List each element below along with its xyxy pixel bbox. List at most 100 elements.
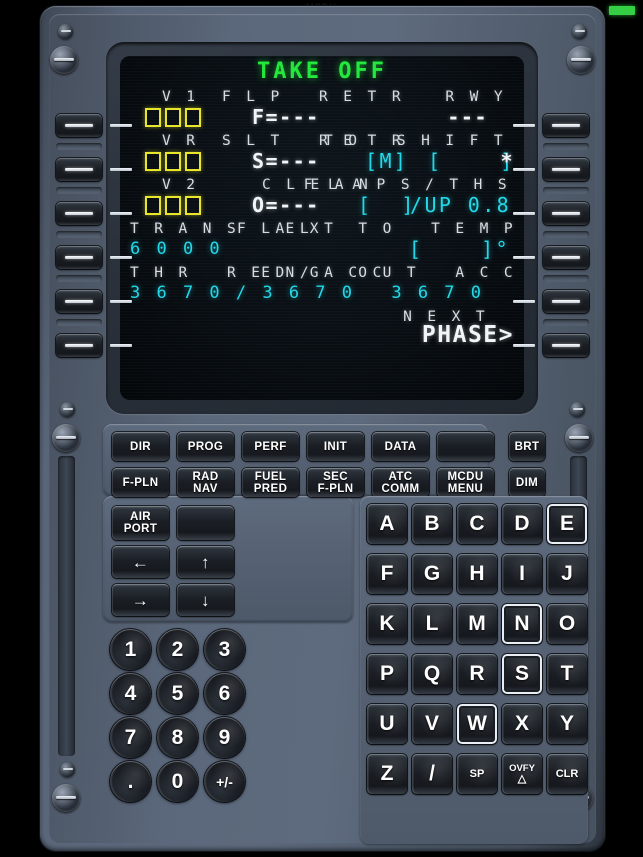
data-button[interactable]: DATA bbox=[372, 432, 429, 461]
value-to-shift-unit[interactable]: [M] bbox=[365, 149, 408, 173]
key-x[interactable]: X bbox=[502, 704, 542, 744]
key-z[interactable]: Z bbox=[367, 754, 407, 794]
key-label: A bbox=[379, 512, 395, 535]
brt-button[interactable]: BRT bbox=[509, 432, 545, 461]
arrow-up-button[interactable]: ↑ bbox=[177, 546, 234, 578]
lsk-l2[interactable] bbox=[56, 158, 102, 181]
key-t[interactable]: T bbox=[547, 654, 587, 694]
arrow-right-button[interactable]: → bbox=[112, 584, 169, 616]
value-flp-retr[interactable]: F=--- bbox=[252, 105, 320, 129]
airport-button[interactable]: AIR PORT bbox=[112, 506, 169, 540]
key-ovfy[interactable]: OVFY △ bbox=[502, 754, 542, 794]
page-title: TAKE OFF bbox=[257, 58, 387, 84]
sec-f-pln-label-1: SEC bbox=[323, 470, 348, 483]
key-sp[interactable]: SP bbox=[457, 754, 497, 794]
arrow-left-button[interactable]: ← bbox=[112, 546, 169, 578]
entry-v1[interactable] bbox=[145, 107, 201, 127]
key-m[interactable]: M bbox=[457, 604, 497, 644]
key-label: 4 bbox=[124, 681, 137, 705]
value-clean[interactable]: O=--- bbox=[252, 193, 320, 217]
key-s[interactable]: S bbox=[502, 654, 542, 694]
key-w[interactable]: W bbox=[457, 704, 497, 744]
key-8[interactable]: 8 bbox=[157, 717, 198, 758]
rad-nav-button[interactable]: RAD NAV bbox=[177, 468, 234, 497]
f-pln-button[interactable]: F-PLN bbox=[112, 468, 169, 497]
key-p[interactable]: P bbox=[367, 654, 407, 694]
lsk-r1[interactable] bbox=[543, 114, 589, 137]
key-3[interactable]: 3 bbox=[204, 629, 245, 670]
key-a[interactable]: A bbox=[367, 504, 407, 544]
key-r[interactable]: R bbox=[457, 654, 497, 694]
blank-button-1[interactable] bbox=[437, 432, 494, 461]
value-eng-out-acc[interactable]: 3 6 7 0 bbox=[391, 283, 484, 303]
value-flaps[interactable]: [ ] bbox=[358, 193, 416, 217]
entry-v2[interactable] bbox=[145, 195, 201, 215]
rad-nav-label-1: RAD bbox=[192, 470, 219, 483]
lsk-r3[interactable] bbox=[543, 202, 589, 225]
mcdu-menu-button[interactable]: MCDU MENU bbox=[437, 468, 494, 497]
fuel-pred-label-1: FUEL bbox=[254, 470, 287, 483]
value-thr-red-acc[interactable]: 3 6 7 0 / 3 6 7 0 bbox=[130, 283, 355, 303]
value-flaps-ths[interactable]: /UP 0.8 bbox=[410, 193, 511, 217]
key-plus-minus[interactable]: +/- bbox=[204, 761, 245, 802]
key-6[interactable]: 6 bbox=[204, 673, 245, 714]
value-trans-alt[interactable]: 6 0 0 0 bbox=[130, 239, 223, 259]
key-g[interactable]: G bbox=[412, 554, 452, 594]
key-v[interactable]: V bbox=[412, 704, 452, 744]
key-clr[interactable]: CLR bbox=[547, 754, 587, 794]
key-dot[interactable]: . bbox=[110, 761, 151, 802]
value-flex-temp[interactable]: [ ]° bbox=[409, 237, 510, 261]
key-4[interactable]: 4 bbox=[110, 673, 151, 714]
blank-button-2[interactable] bbox=[177, 506, 234, 540]
key-l[interactable]: L bbox=[412, 604, 452, 644]
key-e[interactable]: E bbox=[547, 504, 587, 544]
key-5[interactable]: 5 bbox=[157, 673, 198, 714]
value-slt-retr[interactable]: S=--- bbox=[252, 149, 320, 173]
key-d[interactable]: D bbox=[502, 504, 542, 544]
key-7[interactable]: 7 bbox=[110, 717, 151, 758]
entry-box bbox=[185, 151, 201, 171]
dir-button[interactable]: DIR bbox=[112, 432, 169, 461]
key-0[interactable]: 0 bbox=[157, 761, 198, 802]
key-j[interactable]: J bbox=[547, 554, 587, 594]
lsk-l3[interactable] bbox=[56, 202, 102, 225]
key-b[interactable]: B bbox=[412, 504, 452, 544]
entry-vr[interactable] bbox=[145, 151, 201, 171]
dim-button[interactable]: DIM bbox=[509, 468, 545, 497]
value-rwy[interactable]: --- bbox=[447, 105, 488, 129]
key-u[interactable]: U bbox=[367, 704, 407, 744]
key-c[interactable]: C bbox=[457, 504, 497, 544]
prog-button[interactable]: PROG bbox=[177, 432, 234, 461]
key-label: F bbox=[380, 562, 394, 585]
key-9[interactable]: 9 bbox=[204, 717, 245, 758]
mcdu-menu-label-2: MENU bbox=[447, 482, 484, 495]
screw-small-top-right bbox=[572, 24, 587, 39]
init-button[interactable]: INIT bbox=[307, 432, 364, 461]
lsk-r4[interactable] bbox=[543, 246, 589, 269]
arrow-down-button[interactable]: ↓ bbox=[177, 584, 234, 616]
lsk-r6[interactable] bbox=[543, 334, 589, 357]
lsk-r2[interactable] bbox=[543, 158, 589, 181]
key-n[interactable]: N bbox=[502, 604, 542, 644]
atc-comm-button[interactable]: ATC COMM bbox=[372, 468, 429, 497]
key-y[interactable]: Y bbox=[547, 704, 587, 744]
key-h[interactable]: H bbox=[457, 554, 497, 594]
sec-f-pln-button[interactable]: SEC F-PLN bbox=[307, 468, 364, 497]
key-f[interactable]: F bbox=[367, 554, 407, 594]
lsk-l1[interactable] bbox=[56, 114, 102, 137]
next-phase-button[interactable]: PHASE> bbox=[422, 322, 514, 348]
lsk-l6[interactable] bbox=[56, 334, 102, 357]
key-q[interactable]: Q bbox=[412, 654, 452, 694]
key-1[interactable]: 1 bbox=[110, 629, 151, 670]
key-i[interactable]: I bbox=[502, 554, 542, 594]
fuel-pred-button[interactable]: FUEL PRED bbox=[242, 468, 299, 497]
lsk-l4[interactable] bbox=[56, 246, 102, 269]
key-slash[interactable]: / bbox=[412, 754, 452, 794]
lsk-l5[interactable] bbox=[56, 290, 102, 313]
key-o[interactable]: O bbox=[547, 604, 587, 644]
rad-nav-label-2: NAV bbox=[193, 482, 218, 495]
perf-button[interactable]: PERF bbox=[242, 432, 299, 461]
key-2[interactable]: 2 bbox=[157, 629, 198, 670]
lsk-r5[interactable] bbox=[543, 290, 589, 313]
key-k[interactable]: K bbox=[367, 604, 407, 644]
